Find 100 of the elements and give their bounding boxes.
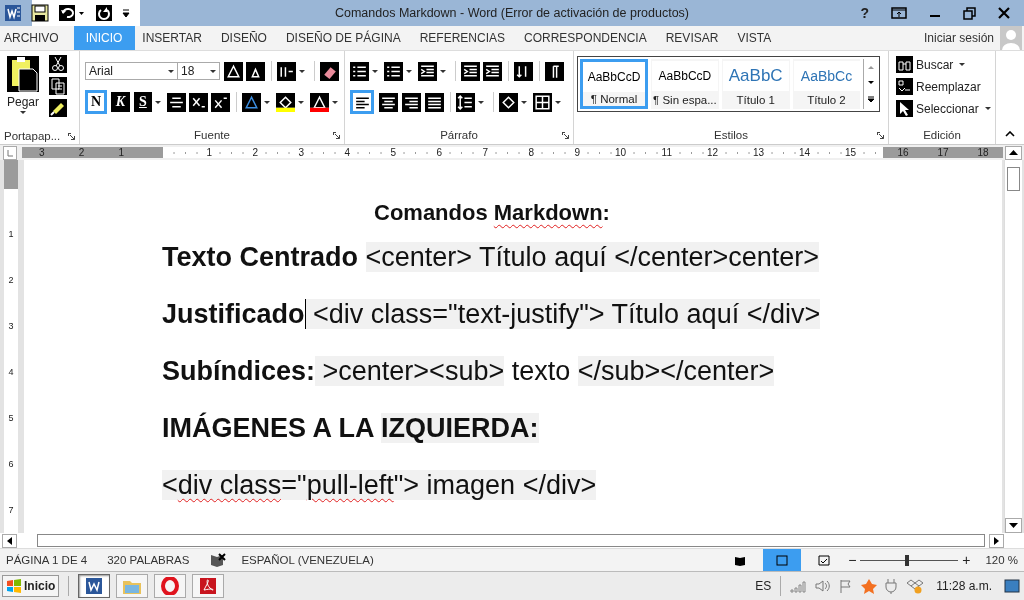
zoom-level[interactable]: 120 %	[985, 554, 1018, 566]
highlighter-icon[interactable]	[276, 92, 295, 112]
clipboard-icon	[6, 55, 40, 93]
numbered-list-icon[interactable]	[384, 61, 403, 81]
format-button[interactable]: S	[133, 92, 153, 112]
text-effects-icon[interactable]	[242, 92, 261, 112]
dialog-launcher-icon[interactable]	[68, 133, 75, 140]
paste-button[interactable]: Pegar	[6, 55, 40, 127]
subscript-icon[interactable]	[189, 92, 209, 112]
ribbon-tab[interactable]: DISEÑO DE PÁGINA	[281, 26, 413, 50]
edit-command[interactable]: Buscar	[896, 56, 995, 73]
style-item[interactable]: AaBbCc Título 2	[792, 59, 861, 109]
input-language[interactable]: ES	[755, 579, 772, 593]
collapse-ribbon-icon[interactable]	[1005, 131, 1015, 137]
scroll-right-icon[interactable]	[989, 533, 1004, 548]
change-case-icon[interactable]	[277, 61, 296, 81]
word-count[interactable]: 320 PALABRAS	[107, 554, 190, 566]
align-button[interactable]	[352, 92, 372, 112]
page-icon	[776, 554, 789, 566]
close-icon[interactable]	[998, 7, 1010, 19]
superscript-icon[interactable]	[211, 92, 231, 112]
sign-in-link[interactable]: Iniciar sesión	[923, 31, 1000, 45]
taskbar-button[interactable]	[154, 574, 187, 598]
increase-indent-icon[interactable]	[483, 61, 502, 81]
help-button[interactable]: ?	[860, 5, 869, 21]
style-item[interactable]: AaBbCcD ¶ Normal	[580, 59, 648, 109]
pilcrow-icon[interactable]	[545, 61, 564, 81]
dialog-launcher-icon[interactable]	[877, 132, 884, 139]
font-size-field[interactable]: 18	[178, 62, 220, 80]
restore-icon[interactable]	[963, 6, 976, 20]
start-button[interactable]: Inicio	[2, 575, 60, 597]
page-count[interactable]: PÁGINA 1 DE 4	[6, 554, 88, 566]
document-line: IMÁGENES A LA IZQUIERDA:	[162, 411, 539, 445]
speaker-icon[interactable]	[814, 579, 833, 593]
sort-icon[interactable]	[514, 61, 533, 81]
ribbon-display-icon[interactable]	[891, 7, 907, 19]
ribbon-tab[interactable]: REVISAR	[661, 26, 731, 50]
multilevel-list-icon[interactable]	[418, 61, 437, 81]
eraser-icon[interactable]	[320, 61, 339, 81]
edit-command[interactable]: Seleccionar	[896, 100, 995, 117]
decrease-indent-icon[interactable]	[461, 61, 480, 81]
zoom-out-button[interactable]: −	[847, 552, 858, 568]
style-item[interactable]: AaBbC Título 1	[721, 59, 790, 109]
dialog-launcher-icon[interactable]	[562, 132, 569, 139]
bullet-list-icon[interactable]	[350, 61, 369, 81]
redo-icon[interactable]	[95, 4, 113, 22]
copy-icon[interactable]	[49, 77, 67, 95]
proofing-icon[interactable]	[209, 552, 228, 568]
vertical-scrollbar[interactable]	[1004, 160, 1022, 533]
font-name-field[interactable]: Arial	[85, 62, 178, 80]
ribbon-tab[interactable]: DISEÑO	[216, 26, 279, 50]
group-label: Estilos	[714, 129, 748, 141]
dialog-launcher-icon[interactable]	[333, 132, 340, 139]
word-icon[interactable]	[4, 4, 22, 22]
clock[interactable]: 11:28 a.m.	[936, 579, 992, 593]
scissors-icon[interactable]	[49, 55, 67, 73]
scroll-up-icon[interactable]	[1005, 145, 1022, 160]
customize-menu-icon[interactable]	[122, 8, 130, 18]
zoom-slider-thumb[interactable]	[905, 554, 910, 566]
style-item[interactable]: AaBbCcD ¶ Sin espa...	[651, 59, 719, 109]
grow-font-icon[interactable]	[224, 61, 243, 81]
view-button[interactable]	[763, 549, 802, 571]
line-spacing-icon[interactable]	[456, 92, 475, 112]
format-painter-icon[interactable]	[49, 99, 67, 117]
ribbon-tab[interactable]: REFERENCIAS	[415, 26, 517, 50]
window-title: Comandos Markdown - Word (Error de activación de productos)	[334, 6, 690, 20]
document-heading: Comandos Markdown:	[374, 200, 610, 226]
taskbar-button[interactable]	[78, 574, 111, 598]
dropbox-icon[interactable]	[906, 578, 925, 594]
scroll-left-icon[interactable]	[2, 533, 17, 548]
format-button[interactable]: K	[111, 92, 130, 112]
pdf-icon	[198, 577, 219, 595]
scrollbar-thumb[interactable]	[37, 534, 985, 547]
align-button[interactable]	[424, 92, 444, 112]
shading-icon[interactable]	[499, 92, 518, 112]
strikethrough-icon[interactable]	[167, 92, 187, 112]
group-label: Párrafo	[440, 129, 478, 141]
ribbon-tab[interactable]: CORRESPONDENCIA	[520, 26, 659, 50]
shrink-font-icon[interactable]	[246, 61, 265, 81]
taskbar-button[interactable]	[192, 574, 225, 598]
scrollbar-thumb[interactable]	[1007, 167, 1020, 191]
format-button[interactable]: N	[87, 92, 106, 112]
document-line: Subíndices: >center><sub> texto </sub></center>	[162, 355, 775, 388]
edit-command[interactable]: Reemplazar	[896, 78, 995, 95]
align-button[interactable]	[401, 92, 421, 112]
ribbon-tab[interactable]: ARCHIVO	[0, 26, 71, 50]
scroll-down-icon[interactable]	[1005, 518, 1022, 533]
font-color-icon[interactable]	[310, 92, 329, 112]
zoom-in-button[interactable]: +	[961, 552, 972, 568]
align-center-icon	[378, 92, 398, 112]
ribbon-tab[interactable]: INSERTAR	[138, 26, 214, 50]
more-styles-icon[interactable]	[865, 96, 876, 104]
align-button[interactable]	[378, 92, 398, 112]
language-indicator[interactable]: ESPAÑOL (VENEZUELA)	[241, 554, 374, 566]
ring-icon	[160, 577, 181, 595]
borders-icon[interactable]	[533, 92, 552, 112]
ribbon-tab[interactable]: VISTA	[733, 26, 784, 50]
undo-icon[interactable]	[58, 4, 86, 22]
windows-logo-icon	[6, 579, 22, 593]
save-icon[interactable]	[31, 4, 49, 22]
